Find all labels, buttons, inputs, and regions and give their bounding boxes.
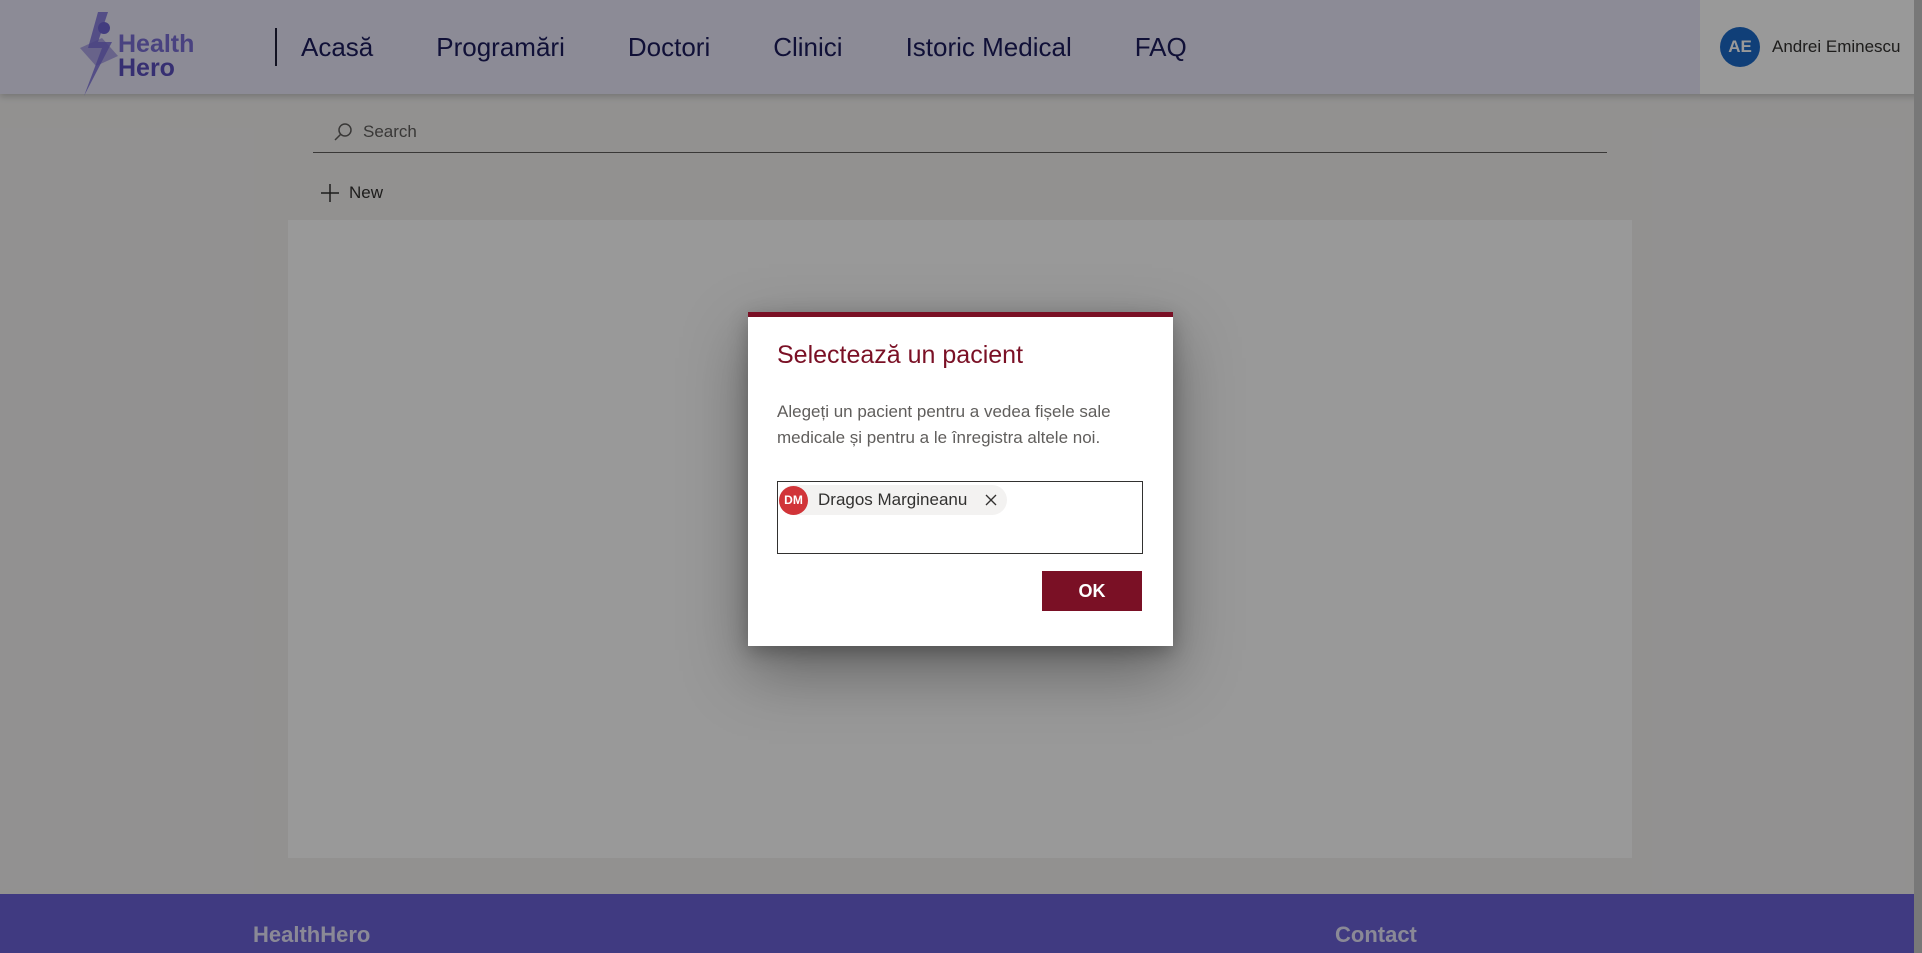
dialog-title: Selectează un pacient — [777, 341, 1024, 369]
select-patient-dialog: Selectează un pacient Alegeți un pacient… — [748, 312, 1173, 646]
selected-patient-chip[interactable]: DM Dragos Margineanu — [779, 485, 1008, 515]
patient-avatar: DM — [779, 485, 808, 515]
close-icon — [985, 494, 997, 506]
remove-patient-button[interactable] — [983, 492, 999, 508]
patient-picker[interactable]: DM Dragos Margineanu — [777, 481, 1143, 554]
ok-button[interactable]: OK — [1042, 571, 1142, 611]
patient-name: Dragos Margineanu — [818, 490, 968, 509]
dialog-description: Alegeți un pacient pentru a vedea fișele… — [777, 402, 1111, 447]
